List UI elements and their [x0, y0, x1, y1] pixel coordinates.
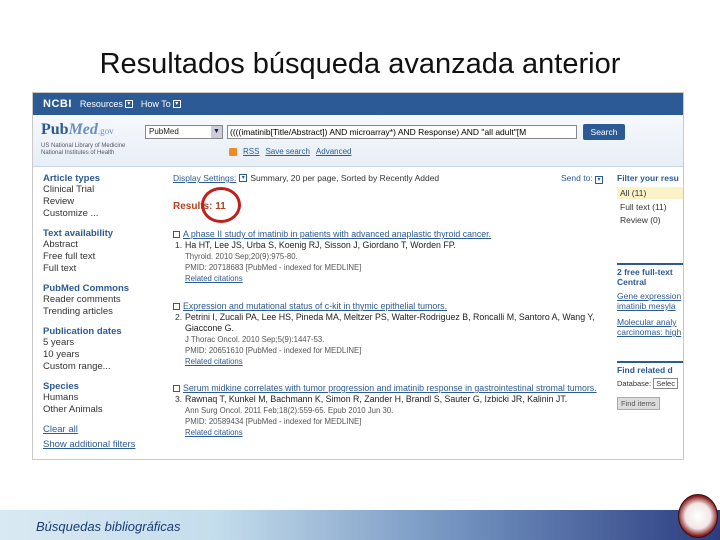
filter-review[interactable]: Review (0) [617, 215, 683, 225]
database-row: Database: Selec [617, 378, 683, 389]
citation-pmid: PMID: 20589434 [PubMed - indexed for MED… [185, 417, 362, 426]
display-settings-row: Display Settings: ▾ Summary, 20 per page… [173, 173, 613, 183]
publication-dates-group: Publication dates 5 years 10 years Custo… [43, 326, 173, 373]
sidebar-item-5-years[interactable]: 5 years [43, 337, 173, 349]
database-select[interactable]: PubMed ▼ [145, 125, 223, 139]
sidebar-heading: Text availability [43, 228, 114, 239]
sidebar-item-reader-comments[interactable]: Reader comments [43, 294, 173, 306]
search-button[interactable]: Search [583, 124, 625, 140]
database-dropdown[interactable]: Selec [653, 378, 678, 389]
sidebar-item-customize[interactable]: Customize ... [43, 208, 173, 220]
citation-journal: J Thorac Oncol. 2010 Sep;5(9):1447-53. [185, 335, 325, 344]
sidebar-heading: Article types [43, 173, 101, 184]
filter-all[interactable]: All (11) [617, 187, 683, 199]
filter-full-text[interactable]: Full text (11) [617, 202, 683, 212]
citation-authors: Petrini I, Zucali PA, Lee HS, Pineda MA,… [185, 312, 595, 333]
pubmed-screenshot: NCBI Resources ▾ How To ▾ PubMed.gov US … [32, 92, 684, 460]
nlm-subtitle: US National Library of Medicine National… [41, 143, 126, 156]
species-group: Species Humans Other Animals [43, 381, 173, 416]
citation-title[interactable]: A phase II study of imatinib in patients… [183, 229, 491, 240]
related-citations-link[interactable]: Related citations [173, 427, 613, 438]
chevron-down-icon: ▾ [124, 100, 133, 108]
resources-menu[interactable]: Resources ▾ [80, 99, 133, 109]
find-items-button[interactable]: Find items [617, 397, 660, 410]
show-additional-filters-link[interactable]: Show additional filters [43, 439, 173, 450]
footer-text: Búsquedas bibliográficas [36, 519, 181, 534]
chevron-down-icon[interactable]: ▾ [239, 174, 248, 182]
filter-sidebar: Article types Clinical Trial Review Cust… [43, 173, 173, 450]
results-main: Display Settings: ▾ Summary, 20 per page… [173, 173, 613, 437]
search-input[interactable]: ((((imatinib[Title/Abstract]) AND microa… [227, 125, 577, 139]
free-link[interactable]: Gene expression [617, 291, 683, 301]
free-full-text-heading: 2 free full-text [617, 267, 673, 277]
free-link[interactable]: imatinib mesyla [617, 301, 683, 311]
sidebar-heading: PubMed Commons [43, 283, 130, 294]
citation-checkbox[interactable] [173, 303, 180, 310]
citation-authors: Ha HT, Lee JS, Urba S, Koenig RJ, Sisson… [185, 240, 456, 250]
divider [617, 263, 683, 265]
article-types-group: Article types Clinical Trial Review Cust… [43, 173, 173, 220]
sidebar-heading: Species [43, 381, 79, 392]
citation-number: 2. [175, 312, 183, 322]
advanced-link[interactable]: Advanced [316, 147, 352, 156]
right-column: Filter your resu All (11) Full text (11)… [617, 173, 683, 410]
citation-pmid: PMID: 20718683 [PubMed - indexed for MED… [185, 263, 362, 272]
citation-number: 1. [175, 240, 183, 250]
citation-authors: Rawnaq T, Kunkel M, Bachmann K, Simon R,… [185, 394, 568, 404]
citation-pmid: PMID: 20651610 [PubMed - indexed for MED… [185, 346, 362, 355]
rss-link[interactable]: RSS [243, 147, 259, 156]
filter-heading: Filter your resu [617, 173, 679, 183]
chevron-down-icon: ▾ [172, 100, 181, 108]
citation-checkbox[interactable] [173, 231, 180, 238]
pubmed-commons-group: PubMed Commons Reader comments Trending … [43, 283, 173, 318]
citation-checkbox[interactable] [173, 385, 180, 392]
ncbi-top-bar: NCBI Resources ▾ How To ▾ [33, 93, 683, 115]
free-link[interactable]: carcinomas: high [617, 327, 683, 337]
save-search-link[interactable]: Save search [265, 147, 309, 156]
chevron-down-icon: ▾ [595, 176, 604, 184]
ncbi-logo[interactable]: NCBI [43, 98, 72, 110]
free-link[interactable]: Molecular analy [617, 317, 683, 327]
related-citations-link[interactable]: Related citations [173, 273, 613, 284]
pubmed-logo[interactable]: PubMed.gov [41, 121, 114, 139]
sidebar-item-abstract[interactable]: Abstract [43, 239, 173, 251]
search-links: RSS Save search Advanced [229, 147, 352, 156]
sidebar-heading: Publication dates [43, 326, 122, 337]
send-to-menu[interactable]: Send to: ▾ [561, 173, 604, 184]
sidebar-item-10-years[interactable]: 10 years [43, 349, 173, 361]
sidebar-item-trending-articles[interactable]: Trending articles [43, 306, 173, 318]
find-related-heading: Find related d [617, 365, 673, 375]
highlight-circle [201, 187, 241, 223]
divider [617, 361, 683, 363]
citation-journal: Thyroid. 2010 Sep;20(9):975-80. [185, 252, 298, 261]
chevron-down-icon: ▼ [211, 126, 222, 138]
sidebar-item-humans[interactable]: Humans [43, 392, 173, 404]
sidebar-item-review[interactable]: Review [43, 196, 173, 208]
citation-item: Expression and mutational status of c-ki… [173, 301, 613, 367]
free-full-text-heading-2: Central [617, 277, 647, 287]
sidebar-item-free-full-text[interactable]: Free full text [43, 251, 173, 263]
slide-footer: Búsquedas bibliográficas [0, 510, 720, 540]
display-summary: Summary, 20 per page, Sorted by Recently… [250, 173, 440, 183]
citation-item: Serum midkine correlates with tumor prog… [173, 383, 613, 438]
citation-item: A phase II study of imatinib in patients… [173, 229, 613, 284]
pubmed-header: PubMed.gov US National Library of Medici… [33, 115, 683, 167]
citation-title[interactable]: Expression and mutational status of c-ki… [183, 301, 447, 312]
rss-icon[interactable] [229, 147, 237, 156]
slide-title: Resultados búsqueda avanzada anterior [99, 48, 621, 80]
sidebar-item-custom-range[interactable]: Custom range... [43, 361, 173, 373]
university-seal-icon [678, 494, 718, 538]
sidebar-item-other-animals[interactable]: Other Animals [43, 404, 173, 416]
sidebar-item-full-text[interactable]: Full text [43, 263, 173, 275]
clear-all-link[interactable]: Clear all [43, 424, 173, 435]
how-to-menu[interactable]: How To ▾ [141, 99, 181, 109]
citation-title[interactable]: Serum midkine correlates with tumor prog… [183, 383, 597, 394]
related-citations-link[interactable]: Related citations [173, 356, 613, 367]
citation-number: 3. [175, 394, 183, 404]
sidebar-item-clinical-trial[interactable]: Clinical Trial [43, 184, 173, 196]
citation-journal: Ann Surg Oncol. 2011 Feb;18(2):559-65. E… [185, 406, 394, 415]
display-settings-link[interactable]: Display Settings: [173, 173, 236, 183]
text-availability-group: Text availability Abstract Free full tex… [43, 228, 173, 275]
